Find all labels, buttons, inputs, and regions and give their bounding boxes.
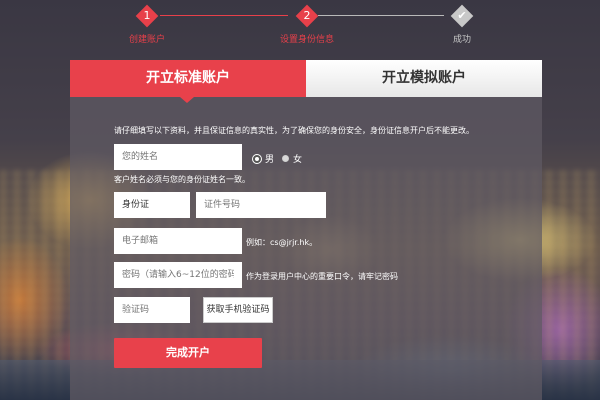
password-hint: 作为登录用户中心的重要口令，请牢记密码: [246, 272, 398, 281]
gender-radio-group: 男 女: [253, 152, 310, 165]
name-input[interactable]: [114, 144, 242, 170]
name-hint: 客户姓名必须与您的身份证姓名一致。: [114, 175, 250, 184]
email-input[interactable]: [114, 228, 242, 254]
verification-code-input[interactable]: [114, 297, 190, 323]
step-label: 成功: [452, 35, 471, 45]
registration-panel: 开立标准账户 开立模拟账户 请仔细填写以下资料，并且保证信息的真实性，为了确保您…: [70, 60, 542, 400]
tab-label: 开立标准账户: [146, 70, 230, 86]
complete-registration-button[interactable]: 完成开户: [114, 338, 262, 368]
step-create-account: 1 创建账户: [97, 4, 197, 45]
password-input[interactable]: [114, 262, 242, 288]
step-number: 1: [143, 9, 151, 22]
tab-demo-account[interactable]: 开立模拟账户: [306, 60, 542, 97]
id-type-select[interactable]: 身份证: [114, 192, 190, 218]
gender-male-radio[interactable]: [253, 154, 261, 163]
step-label: 创建账户: [128, 35, 165, 45]
progress-stepper: 1 创建账户 2 设置身份信息 ✔ 成功: [0, 4, 600, 45]
step-identity-info: 2 设置身份信息: [257, 4, 357, 45]
step-label: 设置身份信息: [279, 35, 334, 45]
check-icon: ✔: [457, 9, 467, 22]
id-number-input[interactable]: [196, 192, 326, 218]
tab-caret-icon: [180, 97, 194, 103]
tab-label: 开立模拟账户: [382, 70, 466, 86]
tab-standard-account[interactable]: 开立标准账户: [70, 60, 306, 103]
step-success: ✔ 成功: [412, 4, 512, 45]
gender-male-label: 男: [265, 155, 275, 165]
get-sms-code-button[interactable]: 获取手机验证码: [203, 297, 273, 323]
account-type-tabs: 开立标准账户 开立模拟账户: [70, 60, 542, 103]
email-hint: 例如：cs@jrjr.hk。: [246, 238, 318, 247]
gender-female-radio[interactable]: [282, 155, 290, 162]
form-intro-text: 请仔细填写以下资料，并且保证信息的真实性，为了确保您的身份安全，身份证信息开户后…: [114, 126, 474, 135]
step-number: 2: [303, 9, 311, 22]
gender-female-label: 女: [293, 155, 303, 165]
